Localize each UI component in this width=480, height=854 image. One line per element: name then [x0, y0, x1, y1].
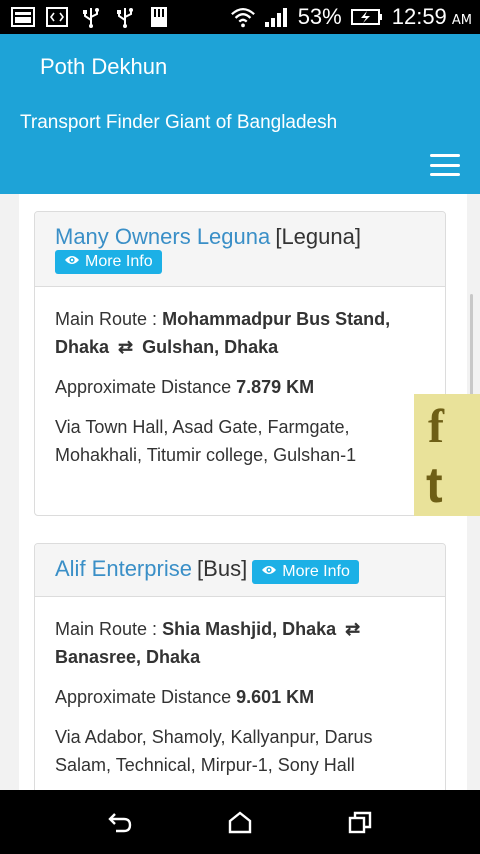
distance-value: 7.879 KM: [236, 377, 315, 397]
distance-label: Approximate Distance: [55, 686, 232, 707]
main-route: Main Route : Mohammadpur Bus Stand, Dhak…: [55, 305, 425, 361]
battery-charging-icon: [350, 6, 384, 28]
route-label: Main Route :: [55, 309, 158, 329]
system-status: 53% 12:59 AM: [230, 0, 472, 34]
home-icon[interactable]: [218, 800, 262, 844]
transport-name-link[interactable]: Many Owners Leguna: [55, 224, 270, 249]
route-from: Shia Mashjid, Dhaka: [162, 618, 337, 639]
distance: Approximate Distance 7.879 KM: [55, 373, 425, 401]
transport-type: [Leguna]: [275, 224, 361, 249]
card-header: Alif Enterprise [Bus] More Info: [35, 544, 445, 597]
code-icon: [44, 6, 70, 28]
app-title[interactable]: Poth Dekhun: [40, 54, 167, 80]
swap-arrows-icon: ⇄: [118, 337, 134, 357]
clock: 12:59 AM: [392, 4, 472, 30]
distance: Approximate Distance 9.601 KM: [55, 683, 425, 711]
sd-card-icon: [146, 6, 172, 28]
main-route: Main Route : Shia Mashjid, Dhaka ⇄ Banas…: [55, 615, 425, 671]
app-tagline: Transport Finder Giant of Bangladesh: [20, 112, 338, 133]
facebook-icon[interactable]: f: [428, 402, 444, 452]
route-to: Banasree, Dhaka: [55, 646, 201, 667]
more-info-button[interactable]: More Info: [55, 250, 162, 274]
usb-icon: [112, 6, 138, 28]
more-info-button[interactable]: More Info: [252, 559, 359, 584]
more-info-label: More Info: [282, 562, 350, 580]
transport-name-link[interactable]: Alif Enterprise: [55, 556, 192, 581]
eye-icon: [261, 563, 277, 581]
distance-label: Approximate Distance: [55, 377, 232, 397]
via-stops: Via Town Hall, Asad Gate, Farmgate, Moha…: [55, 417, 357, 465]
clock-time: 12:59: [391, 4, 447, 29]
image-icon: [10, 6, 36, 28]
eye-icon: [64, 253, 80, 271]
card-body: Main Route : Mohammadpur Bus Stand, Dhak…: [35, 287, 445, 499]
back-icon[interactable]: [98, 800, 142, 844]
signal-icon: [264, 6, 290, 28]
route-to: Gulshan, Dhaka: [142, 337, 279, 357]
transport-type: [Bus]: [197, 556, 248, 581]
more-info-label: More Info: [85, 253, 153, 270]
social-share-panel: f t: [414, 394, 480, 516]
swap-arrows-icon: ⇄: [345, 618, 361, 639]
clock-ampm: AM: [451, 13, 472, 28]
wifi-icon: [230, 6, 256, 28]
recent-apps-icon[interactable]: [338, 800, 382, 844]
results-list[interactable]: Many Owners Leguna [Leguna] More Info Ma…: [0, 194, 480, 790]
notification-icons: [10, 5, 172, 29]
card-body: Main Route : Shia Mashjid, Dhaka ⇄ Banas…: [35, 597, 445, 791]
transport-card: Many Owners Leguna [Leguna] More Info Ma…: [34, 211, 446, 516]
twitter-icon[interactable]: t: [426, 460, 443, 510]
card-header: Many Owners Leguna [Leguna] More Info: [35, 212, 445, 287]
transport-card: Alif Enterprise [Bus] More Info Main Rou…: [34, 543, 446, 790]
battery-percent: 53%: [297, 4, 342, 29]
app-header: Poth Dekhun Transport Finder Giant of Ba…: [0, 34, 480, 194]
via-stops: Via Adabor, Shamoly, Kallyanpur, Darus S…: [55, 726, 373, 775]
status-bar: 53% 12:59 AM: [0, 0, 480, 34]
hamburger-menu-icon[interactable]: [430, 154, 460, 176]
navigation-bar: [0, 790, 480, 854]
distance-value: 9.601 KM: [236, 686, 315, 707]
usb-icon: [78, 6, 104, 28]
route-label: Main Route :: [55, 618, 158, 639]
